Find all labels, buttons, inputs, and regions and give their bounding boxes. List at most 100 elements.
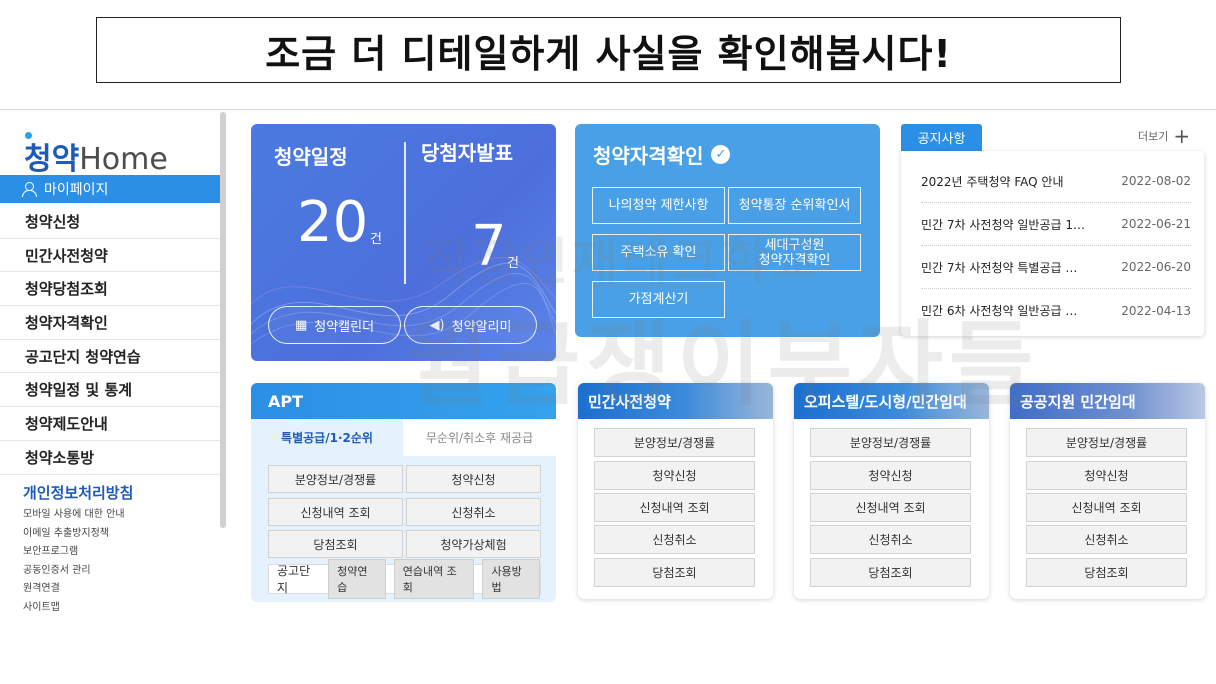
mypage-button[interactable]: 마이페이지 xyxy=(0,175,226,203)
panel-sales-info-button[interactable]: 분양정보/경쟁률 xyxy=(594,428,755,457)
apt-simulation-button[interactable]: 청약가상체험 xyxy=(406,530,541,558)
sublink-email-policy[interactable]: 이메일 추출방지정책 xyxy=(23,525,125,544)
panel-apply-button[interactable]: 청약신청 xyxy=(810,461,971,490)
notice-row[interactable]: 민간 7차 사전청약 일반공급 1… 2022-06-21 xyxy=(921,203,1191,246)
sidebar-item-practice[interactable]: 공고단지 청약연습 xyxy=(0,340,220,374)
sublink-security-program[interactable]: 보안프로그램 xyxy=(23,543,125,562)
sublink-remote[interactable]: 원격연결 xyxy=(23,580,125,599)
schedule-label: 청약일정 xyxy=(274,145,348,169)
practice-history-button[interactable]: 연습내역 조회 xyxy=(393,559,475,599)
more-link-label: 더보기 xyxy=(1138,130,1169,143)
speaker-icon: ◀) xyxy=(429,317,445,333)
sidebar-scrollbar[interactable] xyxy=(220,112,226,528)
plus-icon: + xyxy=(1173,124,1191,148)
notice-title: 민간 7차 사전청약 일반공급 1… xyxy=(921,217,1085,232)
winner-announce-label: 당첨자발표 xyxy=(421,141,513,165)
sublink-certificate[interactable]: 공동인증서 관리 xyxy=(23,562,125,581)
panel-sales-info-button[interactable]: 분양정보/경쟁률 xyxy=(1026,428,1187,457)
account-rank-button[interactable]: 청약통장 순위확인서 xyxy=(728,187,861,224)
calendar-button-label: 청약캘린더 xyxy=(314,319,375,335)
qualification-title: 청약자격확인 ✓ xyxy=(593,140,731,169)
person-icon xyxy=(22,182,37,197)
sidebar-item-system-guide[interactable]: 청약제도안내 xyxy=(0,407,220,441)
notice-tab[interactable]: 공지사항 xyxy=(901,124,982,151)
house-ownership-button[interactable]: 주택소유 확인 xyxy=(592,234,725,271)
winner-unit: 건 xyxy=(507,256,519,271)
apt-winning-button[interactable]: 당첨조회 xyxy=(268,530,403,558)
notice-row[interactable]: 2022년 주택청약 FAQ 안내 2022-08-02 xyxy=(921,160,1191,203)
mypage-label: 마이페이지 xyxy=(44,182,109,198)
panel-history-button[interactable]: 신청내역 조회 xyxy=(810,493,971,522)
panel-winning-button[interactable]: 당첨조회 xyxy=(810,558,971,587)
sidebar-item-subscription-apply[interactable]: 청약신청 xyxy=(0,205,220,239)
notice-date: 2022-04-13 xyxy=(1121,303,1191,318)
qualification-title-text: 청약자격확인 xyxy=(593,144,704,168)
panel-cancel-button[interactable]: 신청취소 xyxy=(594,525,755,554)
household-qualification-button[interactable]: 세대구성원 청약자격확인 xyxy=(728,234,861,271)
more-link[interactable]: 더보기 + xyxy=(1138,124,1191,148)
officetel-panel: 오피스텔/도시형/민간임대 분양정보/경쟁률 청약신청 신청내역 조회 신청취소… xyxy=(794,383,989,599)
sublink-sitemap[interactable]: 사이트맵 xyxy=(23,599,125,618)
privacy-policy-link[interactable]: 개인정보처리방침 xyxy=(23,482,133,503)
panel-sales-info-button[interactable]: 분양정보/경쟁률 xyxy=(810,428,971,457)
panel-apply-button[interactable]: 청약신청 xyxy=(1026,461,1187,490)
sidebar-sublinks: 모바일 사용에 대한 안내 이메일 추출방지정책 보안프로그램 공동인증서 관리… xyxy=(23,506,125,618)
notice-date: 2022-06-20 xyxy=(1121,260,1191,274)
panel-title: 오피스텔/도시형/민간임대 xyxy=(794,383,989,419)
logo-dot-icon xyxy=(25,132,32,139)
practice-button[interactable]: 청약연습 xyxy=(328,559,386,599)
panel-cancel-button[interactable]: 신청취소 xyxy=(810,525,971,554)
sidebar: 청약Home 마이페이지 청약신청 민간사전청약 청약당첨조회 청약자격확인 공… xyxy=(0,112,226,684)
sidebar-item-qualification[interactable]: 청약자격확인 xyxy=(0,306,220,340)
panel-winning-button[interactable]: 당첨조회 xyxy=(594,558,755,587)
schedule-unit: 건 xyxy=(370,232,382,247)
notice-list: 2022년 주택청약 FAQ 안내 2022-08-02 민간 7차 사전청약 … xyxy=(901,151,1204,336)
usage-guide-button[interactable]: 사용방법 xyxy=(482,559,540,599)
panel-history-button[interactable]: 신청내역 조회 xyxy=(594,493,755,522)
alarm-button-label: 청약알리미 xyxy=(451,319,512,335)
public-rental-panel: 공공지원 민간임대 분양정보/경쟁률 청약신청 신청내역 조회 신청취소 당첨조… xyxy=(1010,383,1205,599)
apt-cancel-button[interactable]: 신청취소 xyxy=(406,498,541,526)
sidebar-menu: 청약신청 민간사전청약 청약당첨조회 청약자격확인 공고단지 청약연습 청약일정… xyxy=(0,205,220,475)
calendar-button[interactable]: ▦ 청약캘린더 xyxy=(268,306,401,344)
qualification-card: 청약자격확인 ✓ 나의청약 제한사항 청약통장 순위확인서 주택소유 확인 세대… xyxy=(575,124,880,337)
sublink-mobile-guide[interactable]: 모바일 사용에 대한 안내 xyxy=(23,506,125,525)
apt-sales-info-button[interactable]: 분양정보/경쟁률 xyxy=(268,465,403,493)
apt-title: APT xyxy=(251,383,556,419)
panel-history-button[interactable]: 신청내역 조회 xyxy=(1026,493,1187,522)
apt-practice-bar: 공고단지 청약연습 연습내역 조회 사용방법 xyxy=(268,559,541,599)
panel-cancel-button[interactable]: 신청취소 xyxy=(1026,525,1187,554)
panel-apply-button[interactable]: 청약신청 xyxy=(594,461,755,490)
calendar-icon: ▦ xyxy=(294,317,308,333)
my-restriction-button[interactable]: 나의청약 제한사항 xyxy=(592,187,725,224)
schedule-card: 청약일정 20 건 당첨자발표 7 건 ▦ 청약캘린더 ◀) 청약알리미 xyxy=(251,124,556,361)
notice-date: 2022-08-02 xyxy=(1121,174,1191,188)
notice-title: 민간 6차 사전청약 일반공급 … xyxy=(921,304,1078,318)
site-logo[interactable]: 청약Home xyxy=(24,132,168,178)
header-divider xyxy=(0,109,1216,110)
sidebar-item-private-pre-subscription[interactable]: 민간사전청약 xyxy=(0,239,220,273)
card-divider xyxy=(404,142,406,284)
winner-count[interactable]: 7 xyxy=(471,214,507,279)
logo-text-secondary: Home xyxy=(79,142,168,177)
slide-caption: 조금 더 디테일하게 사실을 확인해봅시다! xyxy=(96,17,1121,83)
tab-special-supply[interactable]: 특별공급/1·2순위 xyxy=(251,419,403,456)
private-pre-subscription-panel: 민간사전청약 분양정보/경쟁률 청약신청 신청내역 조회 신청취소 당첨조회 xyxy=(578,383,773,599)
notice-title: 2022년 주택청약 FAQ 안내 xyxy=(921,174,1064,189)
notice-title: 민간 7차 사전청약 특별공급 … xyxy=(921,260,1078,275)
sidebar-item-schedule-stats[interactable]: 청약일정 및 통계 xyxy=(0,373,220,408)
logo-text-primary: 청약 xyxy=(24,142,80,177)
panel-winning-button[interactable]: 당첨조회 xyxy=(1026,558,1187,587)
schedule-count[interactable]: 20 xyxy=(297,190,368,255)
notice-row[interactable]: 민간 7차 사전청약 특별공급 … 2022-06-20 xyxy=(921,246,1191,289)
score-calculator-button[interactable]: 가점계산기 xyxy=(592,281,725,318)
apt-history-button[interactable]: 신청내역 조회 xyxy=(268,498,403,526)
apt-apply-button[interactable]: 청약신청 xyxy=(406,465,541,493)
tab-unranked-resupply[interactable]: 무순위/취소후 재공급 xyxy=(403,419,556,456)
alarm-button[interactable]: ◀) 청약알리미 xyxy=(404,306,537,344)
sidebar-item-winning-lookup[interactable]: 청약당첨조회 xyxy=(0,272,220,307)
check-circle-icon: ✓ xyxy=(711,145,731,164)
panel-title: 민간사전청약 xyxy=(578,383,773,419)
sidebar-item-communication[interactable]: 청약소통방 xyxy=(0,441,220,475)
notice-row[interactable]: 민간 6차 사전청약 일반공급 … 2022-04-13 xyxy=(921,289,1191,332)
